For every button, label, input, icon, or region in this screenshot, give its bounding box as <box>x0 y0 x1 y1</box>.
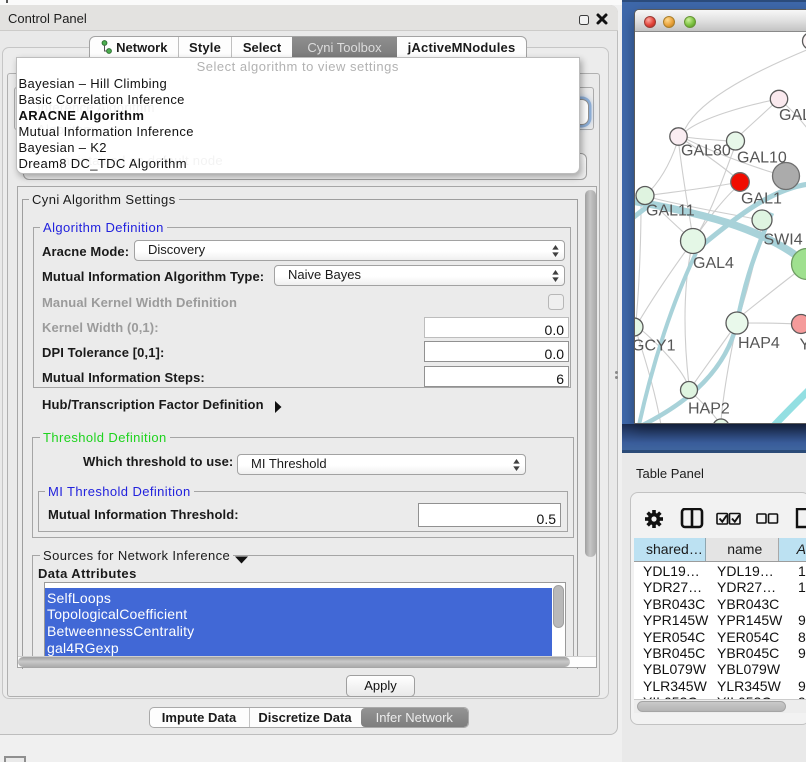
svg-text:SWI4: SWI4 <box>764 232 803 249</box>
svg-text:HAP2: HAP2 <box>688 401 730 418</box>
svg-text:GCY1: GCY1 <box>635 338 676 355</box>
svg-text:GAL2: GAL2 <box>779 107 806 124</box>
svg-text:GAL4: GAL4 <box>693 255 734 272</box>
svg-text:Y: Y <box>800 337 806 354</box>
svg-text:GAL11: GAL11 <box>646 203 695 220</box>
svg-text:GAL1: GAL1 <box>741 191 782 208</box>
svg-text:GAL10: GAL10 <box>737 150 787 167</box>
svg-text:GAL80: GAL80 <box>681 143 731 160</box>
svg-text:HAP4: HAP4 <box>738 335 780 352</box>
